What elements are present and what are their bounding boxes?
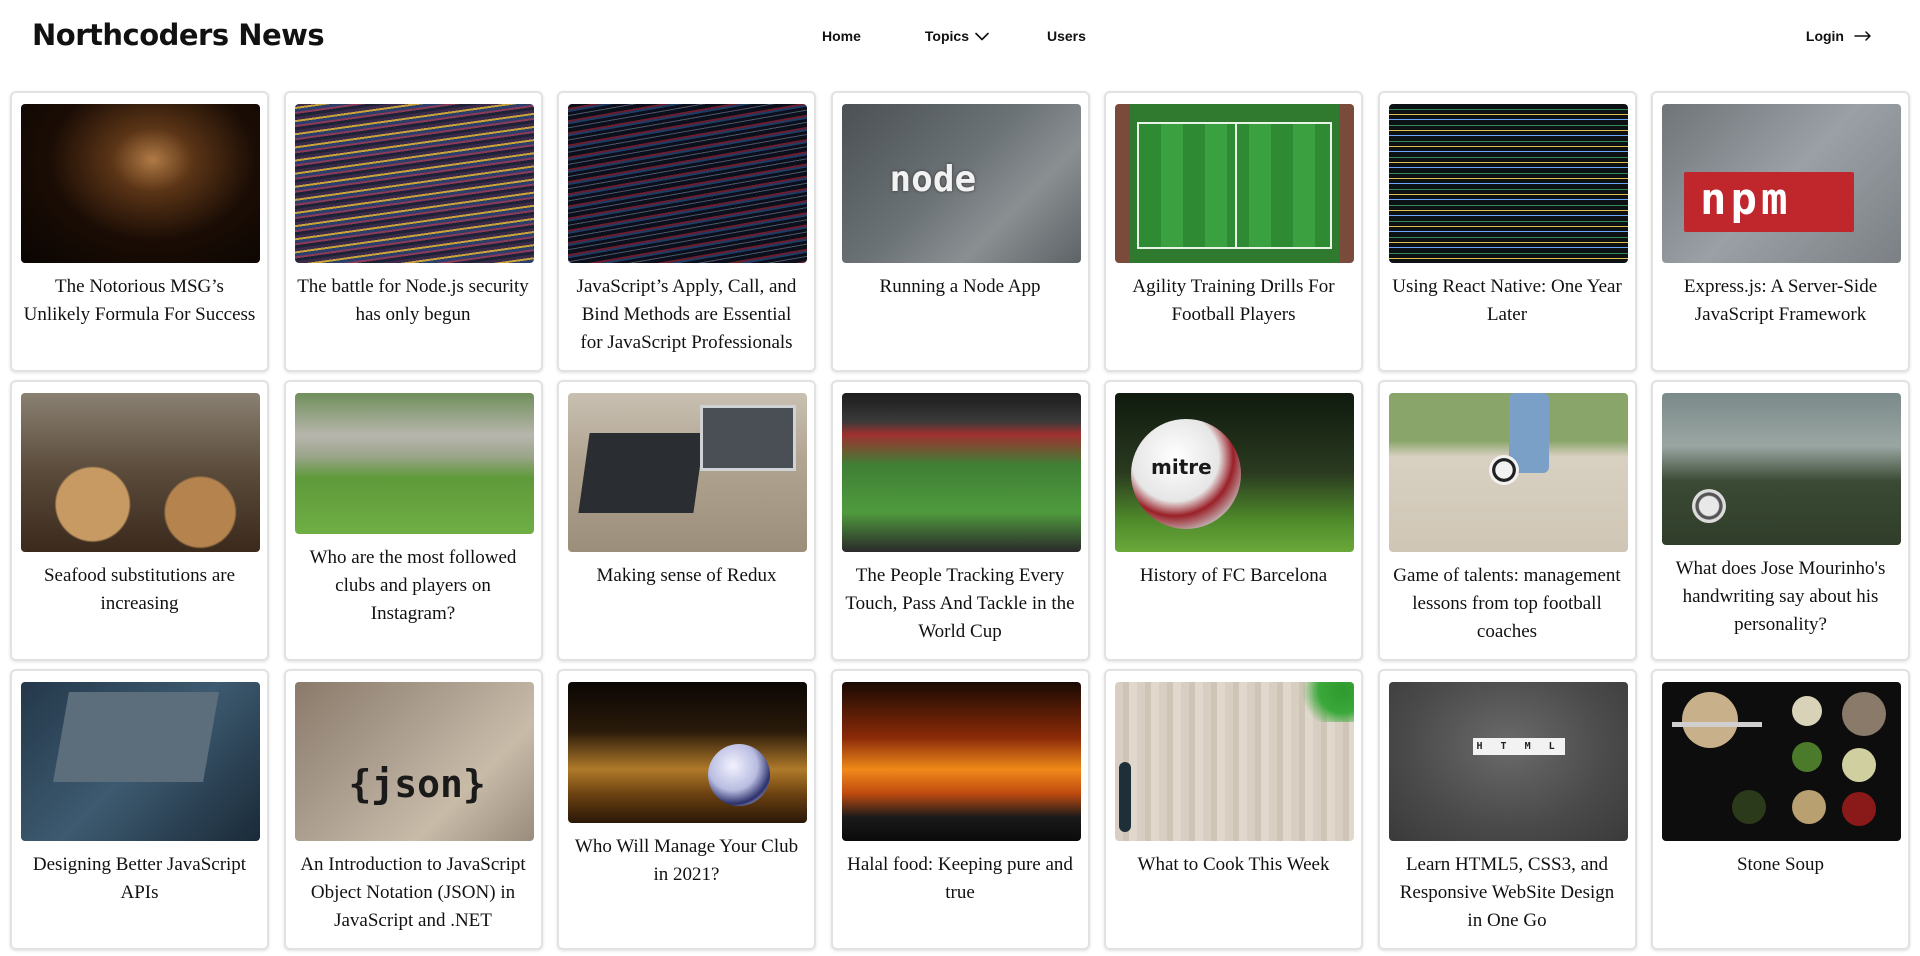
article-image bbox=[1662, 682, 1901, 841]
article-card[interactable]: What to Cook This Week bbox=[1104, 669, 1363, 950]
article-image: node bbox=[841, 104, 1081, 263]
article-image: {json} bbox=[294, 682, 534, 841]
site-logo[interactable]: Northcoders News bbox=[32, 18, 325, 52]
article-title: Designing Better JavaScript APIs bbox=[32, 854, 247, 903]
article-image bbox=[294, 393, 534, 534]
article-card[interactable]: JavaScript’s Apply, Call, and Bind Metho… bbox=[557, 91, 816, 372]
article-title: The Notorious MSG’s Unlikely Formula For… bbox=[23, 276, 256, 325]
article-title: An Introduction to JavaScript Object Not… bbox=[300, 854, 526, 931]
article-image bbox=[21, 393, 260, 552]
article-title: Using React Native: One Year Later bbox=[1392, 276, 1622, 325]
article-card[interactable]: Who Will Manage Your Club in 2021? bbox=[557, 669, 816, 950]
arrow-right-icon bbox=[1854, 31, 1871, 41]
article-card[interactable]: Seafood substitutions are increasing bbox=[10, 380, 269, 661]
nav-topics-label: Topics bbox=[924, 28, 969, 44]
article-title: Making sense of Redux bbox=[596, 565, 777, 586]
article-card[interactable]: Stone Soup bbox=[1651, 669, 1910, 950]
article-title: Halal food: Keeping pure and true bbox=[847, 854, 1073, 903]
article-title: Seafood substitutions are increasing bbox=[43, 565, 236, 614]
article-card[interactable]: Designing Better JavaScript APIs bbox=[10, 669, 269, 950]
article-title: Learn HTML5, CSS3, and Responsive WebSit… bbox=[1399, 854, 1615, 931]
article-card[interactable]: Making sense of Redux bbox=[557, 380, 816, 661]
chevron-down-icon bbox=[975, 32, 989, 40]
article-title: What does Jose Mourinho's handwriting sa… bbox=[1675, 558, 1886, 635]
node-logo-text: node bbox=[889, 159, 977, 200]
login-button[interactable]: Login bbox=[1806, 28, 1872, 44]
article-card[interactable]: Halal food: Keeping pure and true bbox=[830, 669, 1090, 950]
article-title: Stone Soup bbox=[1736, 854, 1825, 875]
article-card[interactable]: The People Tracking Every Touch, Pass An… bbox=[830, 380, 1090, 661]
nav-topics[interactable]: Topics bbox=[925, 28, 989, 44]
article-card[interactable]: H T M L Learn HTML5, CSS3, and Responsiv… bbox=[1377, 669, 1637, 950]
article-card[interactable]: Who are the most followed clubs and play… bbox=[283, 380, 543, 661]
article-image: npm bbox=[1662, 104, 1901, 263]
login-label: Login bbox=[1805, 28, 1844, 44]
article-title: JavaScript’s Apply, Call, and Bind Metho… bbox=[576, 276, 797, 353]
article-image bbox=[568, 682, 807, 823]
html-tiles-text: H T M L bbox=[1472, 738, 1565, 755]
nav-users[interactable]: Users bbox=[1047, 28, 1086, 44]
article-image bbox=[1115, 104, 1354, 263]
article-card[interactable]: What does Jose Mourinho's handwriting sa… bbox=[1651, 380, 1910, 661]
article-image bbox=[1388, 393, 1628, 552]
article-image bbox=[568, 104, 807, 263]
main-nav: Home Topics Users bbox=[822, 28, 1086, 44]
article-image bbox=[21, 682, 260, 841]
article-title: What to Cook This Week bbox=[1137, 854, 1330, 875]
article-image bbox=[1662, 393, 1901, 545]
article-image: mitre bbox=[1115, 393, 1354, 552]
article-title: Running a Node App bbox=[879, 276, 1041, 297]
article-title: Who Will Manage Your Club in 2021? bbox=[574, 836, 799, 885]
article-card[interactable]: The battle for Node.js security has only… bbox=[283, 91, 543, 372]
article-card[interactable]: {json} An Introduction to JavaScript Obj… bbox=[283, 669, 543, 950]
article-image bbox=[568, 393, 807, 552]
article-card[interactable]: mitre History of FC Barcelona bbox=[1104, 380, 1363, 661]
article-image bbox=[294, 104, 534, 263]
nav-home[interactable]: Home bbox=[822, 28, 861, 44]
article-image bbox=[1388, 104, 1628, 263]
article-card[interactable]: npm Express.js: A Server-Side JavaScript… bbox=[1651, 91, 1910, 372]
article-image bbox=[841, 393, 1081, 552]
article-title: Game of talents: management lessons from… bbox=[1393, 565, 1621, 642]
article-title: Express.js: A Server-Side JavaScript Fra… bbox=[1683, 276, 1878, 325]
article-title: The battle for Node.js security has only… bbox=[297, 276, 529, 325]
article-card[interactable]: The Notorious MSG’s Unlikely Formula For… bbox=[10, 91, 269, 372]
article-title: Who are the most followed clubs and play… bbox=[309, 547, 517, 624]
articles-grid: The Notorious MSG’s Unlikely Formula For… bbox=[10, 91, 1910, 950]
article-card[interactable]: Agility Training Drills For Football Pla… bbox=[1104, 91, 1363, 372]
npm-logo-text: npm bbox=[1700, 174, 1792, 225]
article-title: History of FC Barcelona bbox=[1139, 565, 1328, 586]
article-title: Agility Training Drills For Football Pla… bbox=[1132, 276, 1335, 325]
site-header: Northcoders News Home Topics Users Login bbox=[0, 0, 1920, 74]
article-title: The People Tracking Every Touch, Pass An… bbox=[845, 565, 1075, 642]
article-card[interactable]: node Running a Node App bbox=[830, 91, 1090, 372]
article-image bbox=[841, 682, 1081, 841]
article-card[interactable]: Using React Native: One Year Later bbox=[1377, 91, 1637, 372]
article-image bbox=[1115, 682, 1354, 841]
mitre-logo-text: mitre bbox=[1151, 455, 1212, 479]
article-card[interactable]: Game of talents: management lessons from… bbox=[1377, 380, 1637, 661]
json-logo-text: {json} bbox=[348, 762, 486, 806]
article-image: H T M L bbox=[1388, 682, 1628, 841]
article-image bbox=[21, 104, 260, 263]
